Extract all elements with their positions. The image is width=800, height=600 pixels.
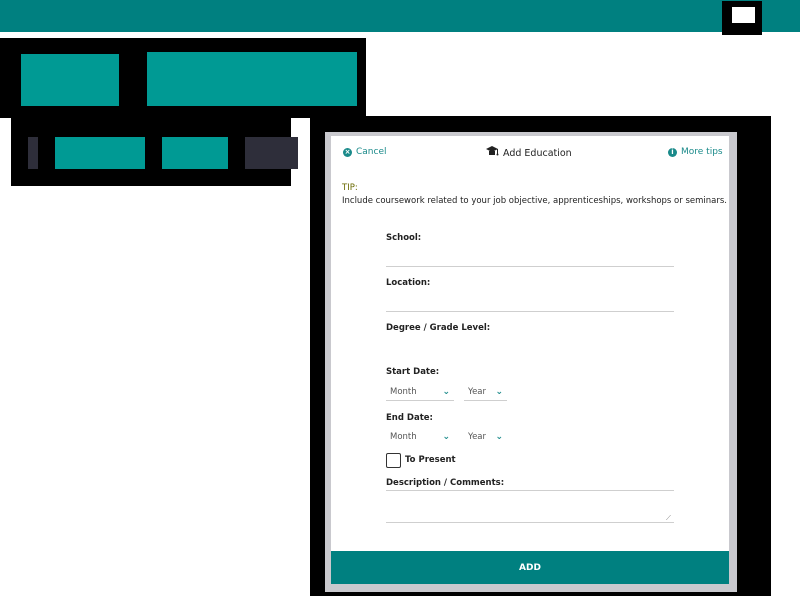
degree-label: Degree / Grade Level: [386,323,491,333]
sub-navigation-divider [28,137,38,169]
location-label: Location: [386,278,431,288]
menu-block-1[interactable] [21,54,119,106]
end-year-value: Year [468,431,486,442]
start-month-select[interactable]: Month ⌄ [386,383,454,401]
more-tips-label: More tips [681,147,723,157]
top-bar [0,0,800,32]
start-year-value: Year [468,386,486,397]
cancel-link[interactable]: × Cancel [343,147,387,157]
start-month-value: Month [390,386,417,397]
corner-button[interactable] [722,1,762,35]
to-present-checkbox[interactable] [386,453,401,468]
chevron-down-icon: ⌄ [495,431,503,442]
end-date-label: End Date: [386,413,433,423]
school-label: School: [386,233,422,243]
info-icon: i [668,147,677,157]
cancel-circle-icon: × [343,147,352,157]
cancel-label: Cancel [356,147,387,157]
graduation-cap-icon [485,145,499,161]
more-tips-link[interactable]: i More tips [668,147,723,157]
corner-button-face [732,7,755,23]
tip-text: Include coursework related to your job o… [342,196,727,206]
sub-navigation-tab-2[interactable] [162,137,228,169]
add-button[interactable]: ADD [331,551,729,584]
start-year-select[interactable]: Year ⌄ [464,383,507,401]
chevron-down-icon: ⌄ [442,386,450,397]
chevron-down-icon: ⌄ [442,431,450,442]
description-label: Description / Comments: [386,478,505,488]
sub-navigation-tab-1[interactable] [55,137,145,169]
end-year-select[interactable]: Year ⌄ [464,428,507,445]
degree-input[interactable] [386,336,674,356]
sub-navigation-tab-3[interactable] [245,137,298,169]
location-input[interactable] [386,311,674,312]
end-month-value: Month [390,431,417,442]
to-present-label: To Present [405,455,456,465]
menu-block-2[interactable] [147,52,357,106]
end-month-select[interactable]: Month ⌄ [386,428,454,445]
modal-title: Add Education [485,145,572,161]
tip-label: TIP: [342,183,358,193]
modal-title-text: Add Education [503,147,572,159]
description-textarea[interactable] [386,490,674,523]
start-date-label: Start Date: [386,367,440,377]
add-button-label: ADD [519,562,541,573]
school-input[interactable] [386,266,674,267]
resize-handle-icon[interactable]: ⟋ [666,514,671,523]
chevron-down-icon: ⌄ [495,386,503,397]
